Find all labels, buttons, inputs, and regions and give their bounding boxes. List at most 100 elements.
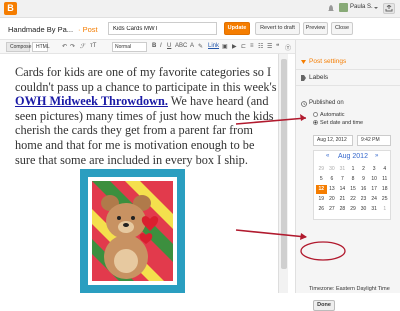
- calendar-day[interactable]: 28: [337, 205, 348, 214]
- post-settings-sidebar: Post settings Labels Published on Automa…: [295, 40, 400, 311]
- calendar-day[interactable]: 23: [358, 195, 369, 204]
- text-color-icon[interactable]: A: [190, 43, 194, 49]
- card-image[interactable]: [80, 169, 185, 293]
- jump-break-icon[interactable]: ⊏: [241, 43, 246, 50]
- close-button[interactable]: Close: [331, 22, 353, 35]
- radio-automatic[interactable]: [313, 112, 318, 118]
- calendar-day[interactable]: 19: [316, 195, 327, 204]
- calendar: « Aug 2012 » 29 30 31 1 2 3 4 5 6 7 8 9 10 11 12 13 14 15…: [313, 150, 391, 220]
- revert-to-draft-button[interactable]: Revert to draft: [255, 22, 300, 35]
- calendar-day[interactable]: 14: [337, 185, 348, 194]
- calendar-day[interactable]: 11: [379, 175, 390, 184]
- italic-icon[interactable]: I: [160, 43, 162, 49]
- post-label: · Post: [78, 25, 98, 34]
- preview-button[interactable]: Preview: [303, 22, 328, 35]
- calendar-day[interactable]: 15: [348, 185, 359, 194]
- published-on-section: Published on Automatic Set date and time…: [296, 96, 400, 311]
- chevron-down-icon: [301, 60, 306, 64]
- calendar-day[interactable]: 6: [327, 175, 338, 184]
- highlight-icon[interactable]: ✎: [198, 43, 203, 50]
- editor-scrollbar[interactable]: [278, 54, 288, 293]
- calendar-day[interactable]: 7: [337, 175, 348, 184]
- calendar-day[interactable]: 2: [358, 165, 369, 174]
- calendar-day[interactable]: 30: [327, 165, 338, 174]
- format-select[interactable]: Normal: [112, 42, 147, 52]
- chevron-down-icon[interactable]: [374, 7, 378, 9]
- calendar-day[interactable]: 8: [348, 175, 359, 184]
- update-button[interactable]: Update: [224, 22, 250, 35]
- tab-compose[interactable]: Compose: [6, 42, 31, 52]
- font-icon[interactable]: ℱ: [80, 43, 85, 50]
- clear-format-icon[interactable]: Ⓣ: [285, 43, 291, 52]
- font-size-icon[interactable]: ᴛT: [90, 43, 96, 49]
- post-body-text[interactable]: Cards for kids are one of my favorite ca…: [15, 65, 277, 167]
- timezone-label: Timezone: Eastern Daylight Time: [309, 286, 390, 292]
- calendar-day[interactable]: 9: [358, 175, 369, 184]
- quote-icon[interactable]: ❝: [276, 43, 279, 50]
- top-bar: B Paula S.: [0, 0, 400, 18]
- bullet-list-icon[interactable]: ☰: [267, 43, 272, 50]
- calendar-day[interactable]: 29: [316, 165, 327, 174]
- calendar-day[interactable]: 30: [358, 205, 369, 214]
- calendar-day[interactable]: 22: [348, 195, 359, 204]
- notification-icon[interactable]: [328, 5, 334, 12]
- calendar-day[interactable]: 1: [348, 165, 359, 174]
- date-input[interactable]: Aug 12, 2012: [313, 135, 353, 146]
- blog-name[interactable]: Handmade By Pa...: [8, 25, 73, 34]
- numbered-list-icon[interactable]: ☷: [258, 43, 263, 50]
- blogger-logo[interactable]: B: [4, 2, 17, 15]
- calendar-day[interactable]: 21: [337, 195, 348, 204]
- post-editor[interactable]: Cards for kids are one of my favorite ca…: [0, 54, 278, 293]
- calendar-day[interactable]: 31: [369, 205, 380, 214]
- link-icon[interactable]: Link: [208, 43, 219, 49]
- underline-icon[interactable]: U: [167, 43, 171, 49]
- tab-html[interactable]: HTML: [32, 42, 50, 52]
- label-icon: [301, 75, 306, 81]
- calendar-day[interactable]: 12: [316, 185, 327, 194]
- image-icon[interactable]: ▣: [222, 43, 228, 50]
- avatar[interactable]: [339, 3, 348, 12]
- post-link[interactable]: OWH Midweek Throwdown.: [15, 94, 168, 108]
- calendar-next[interactable]: »: [375, 153, 378, 159]
- calendar-day[interactable]: 3: [369, 165, 380, 174]
- calendar-day[interactable]: 16: [358, 185, 369, 194]
- post-title-input[interactable]: [108, 22, 217, 35]
- calendar-day[interactable]: 17: [369, 185, 380, 194]
- published-on-label: Published on: [309, 100, 344, 106]
- set-date-option[interactable]: Set date and time: [313, 120, 363, 126]
- redo-icon[interactable]: ↷: [70, 43, 75, 50]
- align-icon[interactable]: ≡: [250, 43, 254, 49]
- calendar-day[interactable]: 26: [316, 205, 327, 214]
- calendar-day[interactable]: 1: [379, 205, 390, 214]
- done-button[interactable]: Done: [313, 300, 335, 311]
- share-button[interactable]: [383, 3, 395, 14]
- calendar-day[interactable]: 31: [337, 165, 348, 174]
- calendar-day[interactable]: 13: [327, 185, 338, 194]
- calendar-day[interactable]: 25: [379, 195, 390, 204]
- strikethrough-icon[interactable]: ABC: [175, 43, 187, 49]
- calendar-day[interactable]: 5: [316, 175, 327, 184]
- post-settings-header[interactable]: Post settings: [296, 54, 400, 70]
- video-icon[interactable]: ▶: [232, 43, 237, 50]
- calendar-day[interactable]: 20: [327, 195, 338, 204]
- calendar-grid: 29 30 31 1 2 3 4 5 6 7 8 9 10 11 12 13 14 15 16 17 18 19 20 21 2…: [316, 165, 390, 214]
- undo-icon[interactable]: ↶: [62, 43, 67, 50]
- time-input[interactable]: 9:42 PM: [357, 135, 391, 146]
- calendar-day[interactable]: 10: [369, 175, 380, 184]
- user-name[interactable]: Paula S.: [350, 4, 373, 10]
- calendar-day[interactable]: 29: [348, 205, 359, 214]
- calendar-day[interactable]: 24: [369, 195, 380, 204]
- calendar-day[interactable]: 4: [379, 165, 390, 174]
- formatting-toolbar: Compose HTML ↶ ↷ ℱ ᴛT Normal B I U ABC A…: [0, 40, 295, 54]
- scroll-thumb[interactable]: [281, 59, 287, 269]
- radio-set-date[interactable]: [313, 120, 318, 126]
- editor-header: Handmade By Pa... · Post Update Revert t…: [0, 18, 400, 40]
- labels-header[interactable]: Labels: [296, 70, 400, 86]
- calendar-day[interactable]: 18: [379, 185, 390, 194]
- share-icon: [385, 4, 393, 12]
- automatic-option[interactable]: Automatic: [313, 112, 344, 118]
- calendar-month: Aug 2012: [338, 153, 368, 160]
- calendar-day[interactable]: 27: [327, 205, 338, 214]
- clock-icon: [301, 101, 307, 107]
- bold-icon[interactable]: B: [152, 43, 156, 49]
